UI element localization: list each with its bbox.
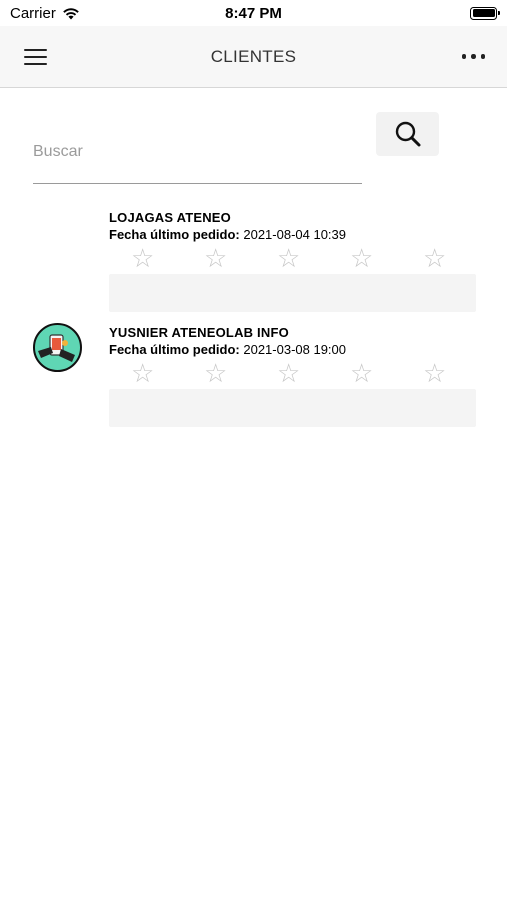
avatar-image-icon xyxy=(38,334,75,362)
wifi-icon xyxy=(63,7,79,19)
page-title: CLIENTES xyxy=(210,46,297,66)
client-name: YUSNIER ATENEOLAB INFO xyxy=(109,325,289,340)
battery-icon xyxy=(470,6,500,20)
star-icon[interactable]: ☆ xyxy=(350,360,423,386)
star-icon[interactable]: ☆ xyxy=(277,360,350,386)
avatar xyxy=(33,323,82,372)
search-input[interactable] xyxy=(33,120,362,184)
search-area xyxy=(33,110,443,190)
last-order-label: Fecha último pedido: xyxy=(109,227,240,242)
status-bar: Carrier 8:47 PM xyxy=(0,0,507,26)
search-button[interactable] xyxy=(376,112,439,156)
hamburger-icon[interactable] xyxy=(24,46,50,68)
star-icon[interactable]: ☆ xyxy=(423,245,496,271)
last-order-value: 2021-08-04 10:39 xyxy=(243,227,347,242)
search-icon xyxy=(395,121,420,147)
star-icon[interactable]: ☆ xyxy=(204,360,277,386)
last-order-label: Fecha último pedido: xyxy=(109,342,240,357)
navbar: CLIENTES xyxy=(0,26,507,88)
star-icon[interactable]: ☆ xyxy=(131,245,204,271)
client-last-order: Fecha último pedido: 2021-03-08 19:00 xyxy=(109,342,346,357)
star-icon[interactable]: ☆ xyxy=(423,360,496,386)
client-notes-box xyxy=(109,274,476,312)
client-last-order: Fecha último pedido: 2021-08-04 10:39 xyxy=(109,227,346,242)
status-left: Carrier xyxy=(10,5,80,22)
star-icon[interactable]: ☆ xyxy=(277,245,350,271)
rating-stars: ☆ ☆ ☆ ☆ ☆ xyxy=(131,360,496,386)
star-icon[interactable]: ☆ xyxy=(350,245,423,271)
battery-level xyxy=(472,9,495,17)
client-notes-box xyxy=(109,389,476,427)
star-icon[interactable]: ☆ xyxy=(204,245,277,271)
client-name: LOJAGAS ATENEO xyxy=(109,210,231,225)
more-dots-icon[interactable] xyxy=(460,48,488,65)
rating-stars: ☆ ☆ ☆ ☆ ☆ xyxy=(131,245,496,271)
star-icon[interactable]: ☆ xyxy=(131,360,204,386)
carrier-label: Carrier xyxy=(10,4,56,22)
last-order-value: 2021-03-08 19:00 xyxy=(243,342,347,357)
